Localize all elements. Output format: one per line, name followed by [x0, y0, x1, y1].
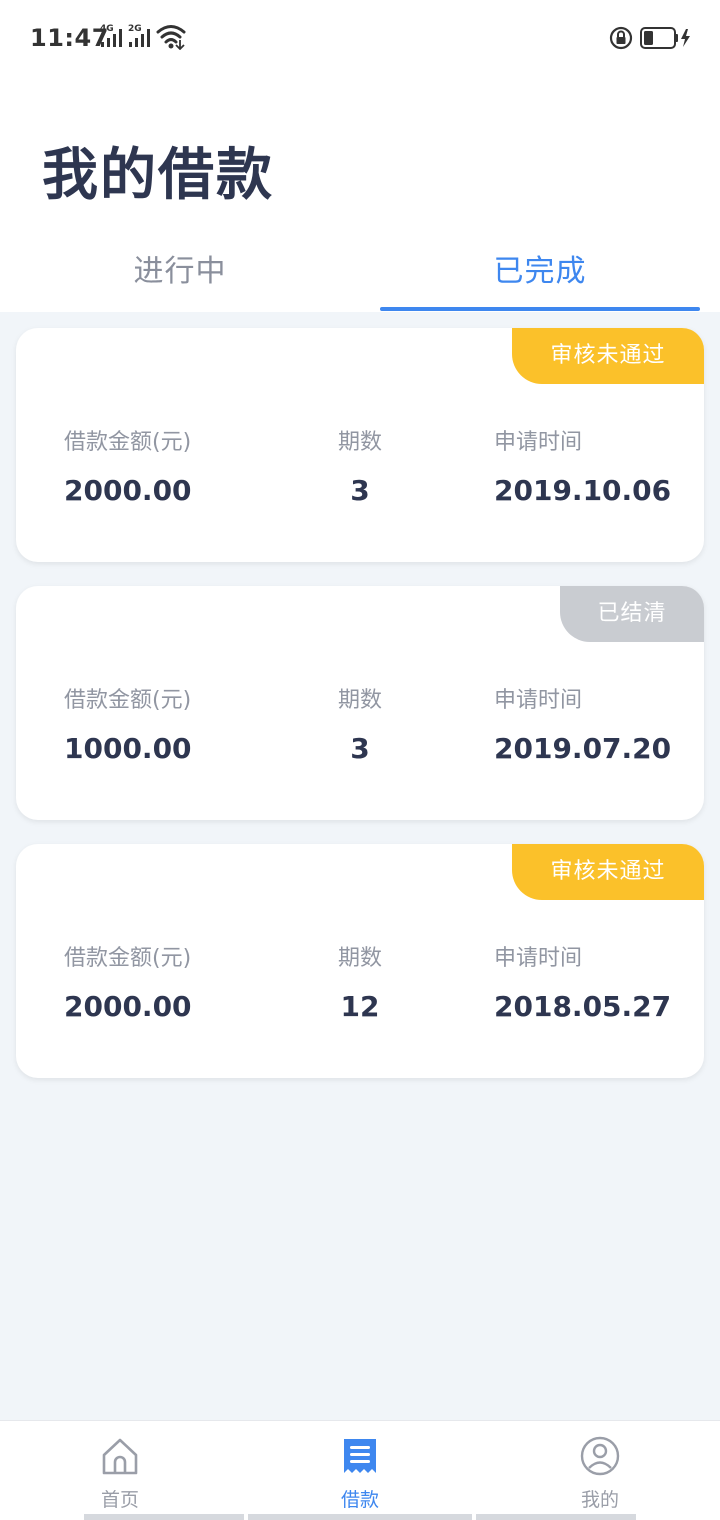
loan-card[interactable]: 已结清 借款金额(元) 1000.00 期数 3 申请时间 2019.07.20 [16, 586, 704, 820]
amount-value: 2000.00 [64, 990, 192, 1023]
date-value: 2019.07.20 [494, 732, 672, 765]
bottom-nav: 首页 借款 我的 [0, 1420, 720, 1520]
loan-card[interactable]: 审核未通过 借款金额(元) 2000.00 期数 3 申请时间 2019.10.… [16, 328, 704, 562]
periods-label: 期数 [337, 688, 382, 713]
profile-icon [580, 1435, 620, 1479]
home-icon [100, 1435, 140, 1479]
gesture-bar-center [248, 1514, 472, 1520]
loan-card[interactable]: 审核未通过 借款金额(元) 2000.00 期数 12 申请时间 2018.05… [16, 844, 704, 1078]
tab-indicator [380, 307, 700, 311]
status-badge: 已结清 [560, 586, 704, 642]
loan-amount-block: 借款金额(元) 1000.00 [64, 682, 192, 765]
header-area: 11:47 4G 2G 我的借款 进行中 已完成 [0, 0, 720, 312]
status-badge: 审核未通过 [512, 844, 704, 900]
nav-profile-label: 我的 [580, 1489, 619, 1511]
page-title: 我的借款 [42, 143, 274, 208]
nav-loans[interactable]: 借款 [240, 1421, 480, 1520]
amount-value: 1000.00 [64, 732, 192, 765]
gesture-bar-left [84, 1514, 244, 1520]
nav-home-label: 首页 [100, 1489, 139, 1511]
periods-label: 期数 [337, 430, 382, 455]
status-time: 11:47 [30, 24, 109, 52]
nav-home[interactable]: 首页 [0, 1421, 240, 1520]
date-label: 申请时间 [494, 946, 583, 971]
receipt-icon [340, 1435, 380, 1479]
loan-periods-block: 期数 3 [310, 682, 410, 765]
nav-loans-label: 借款 [340, 1489, 379, 1511]
amount-label: 借款金额(元) [64, 946, 192, 971]
battery-charging-icon [640, 27, 692, 53]
loan-date-block: 申请时间 2018.05.27 [494, 940, 671, 1023]
amount-label: 借款金额(元) [64, 688, 192, 713]
periods-label: 期数 [337, 946, 382, 971]
status-badge: 审核未通过 [512, 328, 704, 384]
loan-amount-block: 借款金额(元) 2000.00 [64, 424, 192, 507]
amount-value: 2000.00 [64, 474, 192, 507]
date-label: 申请时间 [494, 688, 583, 713]
lock-rotation-icon [609, 26, 633, 54]
loan-date-block: 申请时间 2019.10.06 [494, 424, 671, 507]
loan-date-block: 申请时间 2019.07.20 [494, 682, 671, 765]
periods-value: 12 [340, 990, 380, 1023]
tab-in-progress[interactable]: 进行中 [80, 246, 280, 290]
periods-value: 3 [350, 474, 370, 507]
wifi-icon [156, 24, 188, 54]
loan-amount-block: 借款金额(元) 2000.00 [64, 940, 192, 1023]
date-label: 申请时间 [494, 430, 583, 455]
tab-completed[interactable]: 已完成 [440, 246, 640, 290]
loan-periods-block: 期数 12 [310, 940, 410, 1023]
status-bar: 11:47 4G 2G [0, 0, 720, 76]
amount-label: 借款金额(元) [64, 430, 192, 455]
gesture-bar-right [476, 1514, 636, 1520]
date-value: 2018.05.27 [494, 990, 672, 1023]
date-value: 2019.10.06 [494, 474, 672, 507]
periods-value: 3 [350, 732, 370, 765]
nav-profile[interactable]: 我的 [480, 1421, 720, 1520]
loan-periods-block: 期数 3 [310, 424, 410, 507]
